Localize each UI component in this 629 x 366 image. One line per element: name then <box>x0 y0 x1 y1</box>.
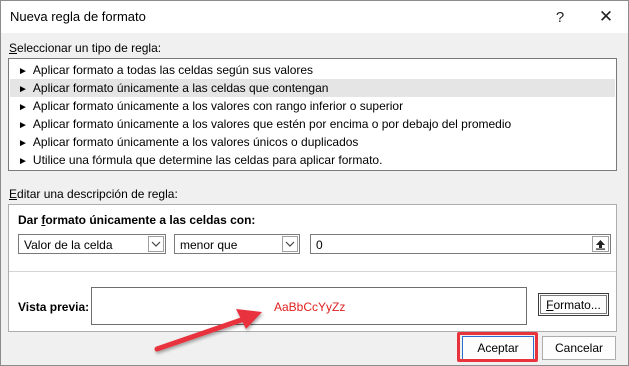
panel-divider <box>9 271 616 272</box>
rule-item-top-bottom[interactable]: ► Aplicar formato únicamente a los valore… <box>10 97 615 115</box>
preview-sample: AaBbCcYyZz <box>274 300 346 314</box>
rule-item-formula[interactable]: ► Utilice una fórmula que determine las c… <box>10 151 615 169</box>
dialog-title: Nueva regla de formato <box>10 9 146 24</box>
rule-item-above-below-average[interactable]: ► Aplicar formato únicamente a los valore… <box>10 115 615 133</box>
chevron-down-icon[interactable] <box>282 236 298 252</box>
cancel-button[interactable]: Cancelar <box>542 336 616 360</box>
arrow-right-icon: ► <box>18 84 28 95</box>
rule-item-cells-containing[interactable]: ► Aplicar formato únicamente a las celdas… <box>10 79 615 97</box>
rule-type-list[interactable]: ► Aplicar formato a todas las celdas segú… <box>8 58 617 171</box>
help-button[interactable]: ? <box>545 5 575 29</box>
arrow-right-icon: ► <box>18 156 28 167</box>
panel-title: Dar formato únicamente a las celdas con: <box>18 213 256 227</box>
chevron-down-icon[interactable] <box>148 236 164 252</box>
arrow-right-icon: ► <box>18 66 28 77</box>
preview-label: Vista previa: <box>18 300 90 314</box>
arrow-right-icon: ► <box>18 138 28 149</box>
rule-type-label: Seleccionar un tipo de regla: <box>9 41 162 55</box>
format-button[interactable]: Formato... <box>538 293 609 316</box>
range-select-icon[interactable] <box>592 236 609 252</box>
rule-description-label: Editar una descripción de regla: <box>9 187 178 201</box>
close-button[interactable]: ✕ <box>591 5 621 29</box>
operator-select[interactable]: menor que <box>174 234 300 254</box>
new-formatting-rule-dialog: Nueva regla de formato ? ✕ Seleccionar u… <box>0 0 629 366</box>
title-bar: Nueva regla de formato ? ✕ <box>1 1 628 33</box>
arrow-right-icon: ► <box>18 102 28 113</box>
preview-box: AaBbCcYyZz <box>91 287 527 325</box>
rule-description-panel: Dar formato únicamente a las celdas con:… <box>8 204 617 332</box>
ok-button[interactable]: Aceptar <box>462 336 534 360</box>
condition-type-select[interactable]: Valor de la celda <box>18 234 166 254</box>
arrow-right-icon: ► <box>18 120 28 131</box>
rule-item-all-cells[interactable]: ► Aplicar formato a todas las celdas segú… <box>10 61 615 79</box>
value-input[interactable]: 0 <box>310 234 611 254</box>
rule-item-unique-duplicate[interactable]: ► Aplicar formato únicamente a los valore… <box>10 133 615 151</box>
